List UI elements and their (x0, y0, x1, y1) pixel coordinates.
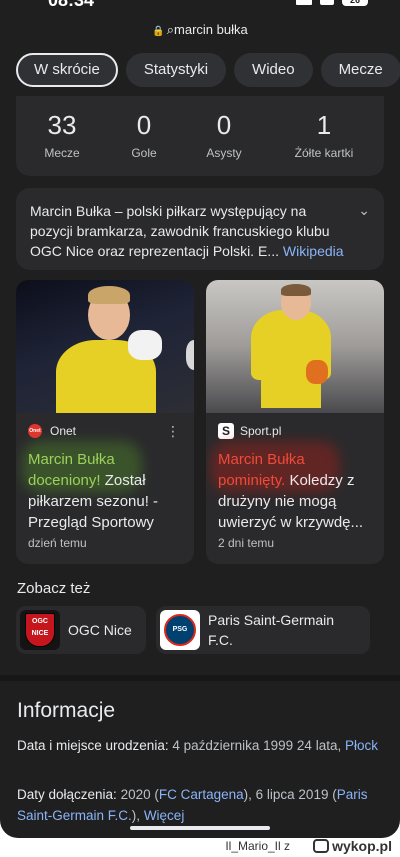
sport-pl-logo-icon: S (218, 423, 234, 439)
news-time: dzień temu (28, 536, 87, 550)
stat-matches: 33 Mecze (17, 110, 107, 160)
stat-value: 33 (47, 110, 77, 140)
fc-cartagena-link[interactable]: FC Cartagena (159, 787, 244, 802)
news-body: S Sport.pl Marcin Bułka pominięty. Koled… (206, 413, 384, 543)
stat-assists: 0 Asysty (179, 110, 269, 160)
tab-w-skrocie[interactable]: W skrócie (16, 53, 118, 87)
search-tabs: W skrócie Statystyki Wideo Mecze (16, 53, 400, 87)
stats-card: 33 Mecze 0 Gole 0 Asysty 1 Żółte kartki (16, 96, 384, 176)
info-joined-year: 2020 ( (120, 787, 159, 802)
watermark-user: Il_Mario_Il z (225, 839, 290, 853)
onet-logo-icon: Onet (28, 424, 42, 438)
news-card[interactable]: S Sport.pl Marcin Bułka pominięty. Koled… (206, 280, 384, 564)
stat-label: Asysty (206, 146, 242, 160)
psg-logo-icon: PSG (160, 610, 200, 650)
status-time: 08:34 (48, 0, 95, 10)
info-joined: Daty dołączenia: 2020 (FC Cartagena), 6 … (17, 784, 387, 826)
stat-label: Gole (131, 146, 157, 160)
battery-icon: 26 (342, 0, 368, 6)
news-source: S Sport.pl (218, 423, 372, 439)
entity-psg[interactable]: PSG Paris Saint-Germain F.C. (156, 606, 370, 654)
home-indicator[interactable] (130, 826, 270, 830)
stat-value: 1 (316, 110, 332, 140)
stat-goals: 0 Gole (99, 110, 189, 160)
info-joined-end: ), (131, 808, 141, 823)
news-source-name: Onet (50, 424, 77, 438)
stat-label: Żółte kartki (294, 146, 354, 160)
search-screen: 08:34 26 🔒 ⌕marcin bułka W skrócie Statys… (0, 0, 400, 838)
news-source: Onet Onet (28, 423, 182, 439)
entity-name: Paris Saint-Germain F.C. (208, 612, 335, 648)
wykop-icon (313, 839, 330, 853)
stat-label: Mecze (44, 146, 80, 160)
info-birth: Data i miejsce urodzenia: 4 października… (17, 735, 387, 756)
address-bar[interactable]: 🔒 ⌕marcin bułka (0, 22, 400, 38)
stat-value: 0 (136, 110, 152, 140)
news-image-goalkeeper-standing (206, 280, 384, 413)
headline-highlight: Marcin Bułka doceniony! (28, 451, 115, 489)
tab-statystyki[interactable]: Statystyki (125, 53, 227, 87)
see-also-title: Zobacz też (17, 580, 91, 597)
address-query: marcin bułka (174, 22, 248, 37)
news-headline: Marcin Bułka doceniony! Został piłkarzem… (28, 449, 182, 533)
entity-name: OGC Nice (68, 622, 132, 638)
chevron-down-icon[interactable]: ⌄ (358, 200, 370, 220)
info-joined-label: Daty dołączenia: (17, 787, 117, 802)
status-bar: 08:34 26 (0, 0, 400, 12)
stat-value: 0 (216, 110, 232, 140)
signal-icon (296, 0, 312, 5)
news-body: Onet Onet ⋮ Marcin Bułka doceniony! Zost… (16, 413, 194, 543)
description-text-wrap: Marcin Bułka – polski piłkarz występując… (30, 201, 350, 261)
ogc-nice-logo-icon: OGC NICE (20, 610, 60, 650)
ogc-nice-logo-text: OGC NICE (25, 613, 55, 647)
tab-mecze[interactable]: Mecze (320, 53, 400, 87)
stat-yellow-cards: 1 Żółte kartki (279, 110, 369, 160)
more-link[interactable]: Więcej (144, 808, 185, 823)
wikipedia-link[interactable]: Wikipedia (283, 243, 344, 259)
watermark-site: wykop.pl (332, 838, 392, 854)
status-icons: 26 (296, 0, 368, 6)
entity-ogc-nice[interactable]: OGC NICE OGC Nice (16, 606, 146, 654)
watermark: Il_Mario_Il z wykop.pl (0, 838, 400, 857)
news-card[interactable]: Onet Onet ⋮ Marcin Bułka doceniony! Zost… (16, 280, 194, 564)
section-divider (0, 675, 400, 681)
news-time: 2 dni temu (218, 536, 275, 550)
psg-logo-text: PSG (164, 614, 196, 646)
wifi-icon (320, 0, 334, 5)
news-source-name: Sport.pl (240, 424, 282, 438)
info-birth-label: Data i miejsce urodzenia: (17, 738, 169, 753)
wykop-logo: wykop.pl (313, 838, 392, 854)
info-birth-value: 4 października 1999 24 lata, (172, 738, 342, 753)
description-card[interactable]: Marcin Bułka – polski piłkarz występując… (16, 188, 384, 270)
search-small-icon: ⌕ (166, 22, 175, 37)
news-headline: Marcin Bułka pominięty. Koledzy z drużyn… (218, 449, 372, 533)
birth-place-link[interactable]: Płock (345, 738, 378, 753)
info-joined-mid: ), 6 lipca 2019 ( (243, 787, 337, 802)
lock-icon: 🔒 (152, 26, 165, 37)
news-image-goalkeeper-celebrating (16, 280, 194, 413)
info-title: Informacje (17, 699, 116, 722)
more-vert-icon[interactable]: ⋮ (166, 423, 180, 440)
tab-wideo[interactable]: Wideo (234, 53, 313, 87)
